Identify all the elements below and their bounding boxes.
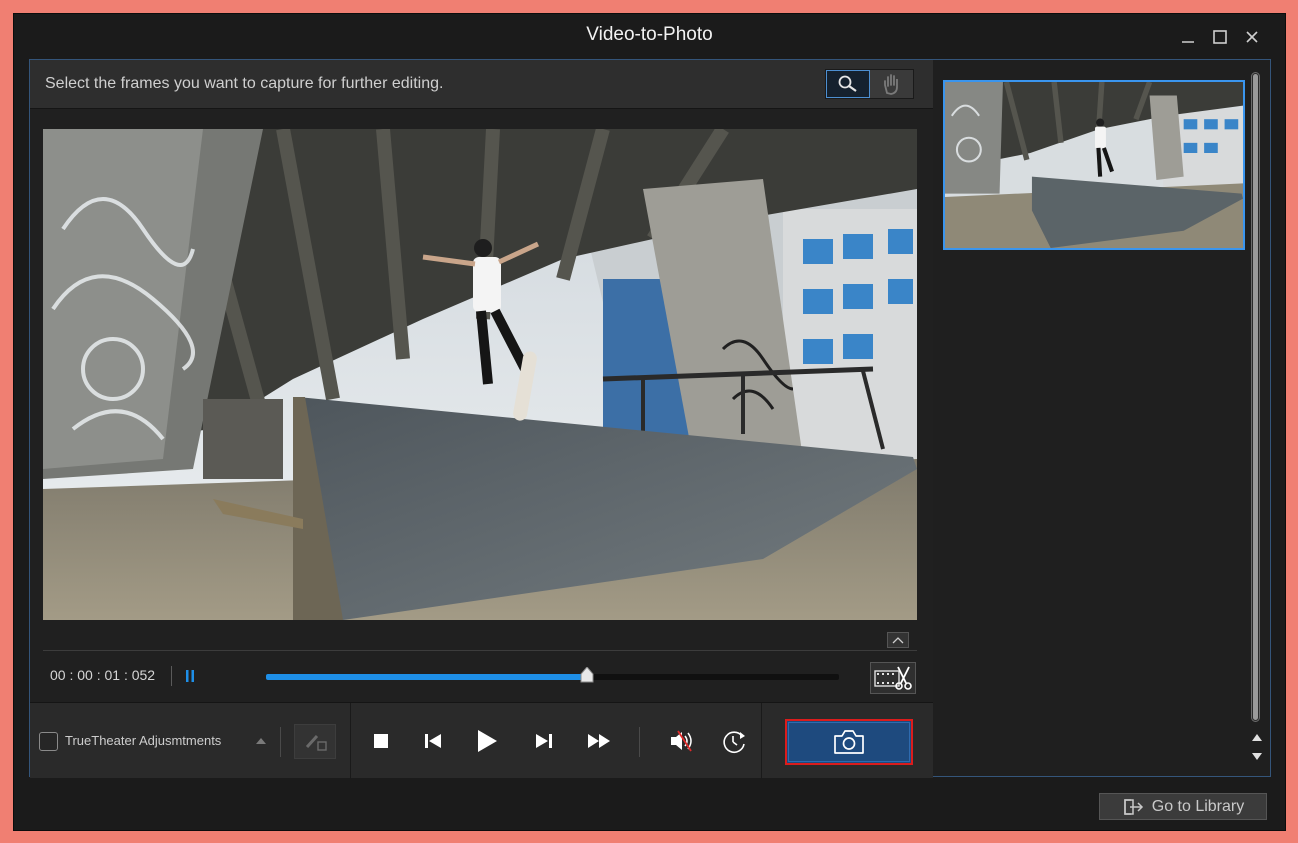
magnifier-icon	[838, 75, 857, 92]
thumbnail-image	[945, 82, 1243, 248]
captured-frames-panel	[933, 59, 1271, 777]
window-title: Video-to-Photo	[586, 24, 713, 45]
truetheater-checkbox[interactable]	[39, 732, 58, 751]
camera-icon	[834, 730, 864, 754]
go-to-library-button[interactable]: Go to Library	[1099, 793, 1267, 820]
playback-speed-button[interactable]	[720, 727, 748, 755]
play-button[interactable]	[473, 727, 501, 755]
title-bar: Video-to-Photo	[14, 14, 1285, 60]
go-to-library-label: Go to Library	[1151, 797, 1245, 815]
maximize-button[interactable]	[1209, 26, 1231, 48]
zoom-tool-button[interactable]	[826, 70, 870, 98]
speaker-muted-icon	[671, 730, 692, 752]
exit-to-library-icon	[1124, 798, 1143, 815]
pencil-icon	[305, 734, 327, 751]
fast-forward-icon	[588, 734, 610, 748]
minimize-button[interactable]	[1177, 26, 1199, 48]
pan-tool-button[interactable]	[870, 70, 913, 98]
stop-icon	[374, 734, 388, 748]
video-preview[interactable]	[43, 129, 917, 620]
seek-thumb[interactable]	[580, 667, 594, 683]
pause-indicator-icon	[186, 670, 194, 682]
hand-icon	[884, 74, 899, 95]
film-scissors-icon	[874, 666, 912, 690]
thumbnail-scrollbar[interactable]	[1251, 72, 1260, 722]
truetheater-label: TrueTheater Adjusmtments	[65, 733, 222, 748]
collapse-button[interactable]	[887, 632, 909, 648]
control-bar: TrueTheater Adjusmtments	[30, 702, 933, 779]
divider	[171, 666, 172, 686]
view-tool-group	[825, 69, 914, 99]
stop-button[interactable]	[367, 727, 395, 755]
video-frame-image	[43, 129, 917, 620]
instruction-bar: Select the frames you want to capture fo…	[30, 60, 933, 109]
mute-button[interactable]	[669, 727, 697, 755]
skip-forward-icon	[536, 734, 552, 748]
edit-adjustments-button[interactable]	[294, 724, 336, 759]
triangle-up-icon[interactable]	[255, 736, 267, 746]
divider	[761, 703, 762, 779]
previous-frame-button[interactable]	[419, 727, 447, 755]
timer-icon	[723, 731, 745, 753]
scroll-arrows-icon[interactable]	[1251, 732, 1263, 762]
timecode-display: 00 : 00 : 01 : 052	[50, 667, 156, 683]
seek-slider[interactable]	[266, 667, 839, 683]
capture-frame-button[interactable]	[785, 719, 913, 765]
instruction-text: Select the frames you want to capture fo…	[45, 75, 444, 92]
chevron-up-icon	[892, 637, 904, 644]
skip-back-icon	[425, 734, 441, 748]
scrollbar-thumb[interactable]	[1253, 74, 1258, 720]
next-frame-button[interactable]	[530, 727, 558, 755]
seek-progress-fill	[266, 674, 587, 680]
preview-panel: Select the frames you want to capture fo…	[29, 59, 934, 779]
divider	[280, 727, 281, 757]
video-to-photo-window: Video-to-Photo Select the frames you wan…	[13, 13, 1286, 831]
play-icon	[478, 730, 497, 752]
divider	[639, 727, 640, 757]
close-icon	[1246, 31, 1258, 43]
minimize-icon	[1182, 41, 1194, 43]
captured-frame-thumbnail[interactable]	[943, 80, 1245, 250]
maximize-icon	[1213, 30, 1227, 44]
divider	[350, 703, 351, 779]
fast-forward-button[interactable]	[585, 727, 613, 755]
close-button[interactable]	[1241, 26, 1263, 48]
divider	[43, 650, 917, 651]
trim-button[interactable]	[870, 662, 916, 694]
